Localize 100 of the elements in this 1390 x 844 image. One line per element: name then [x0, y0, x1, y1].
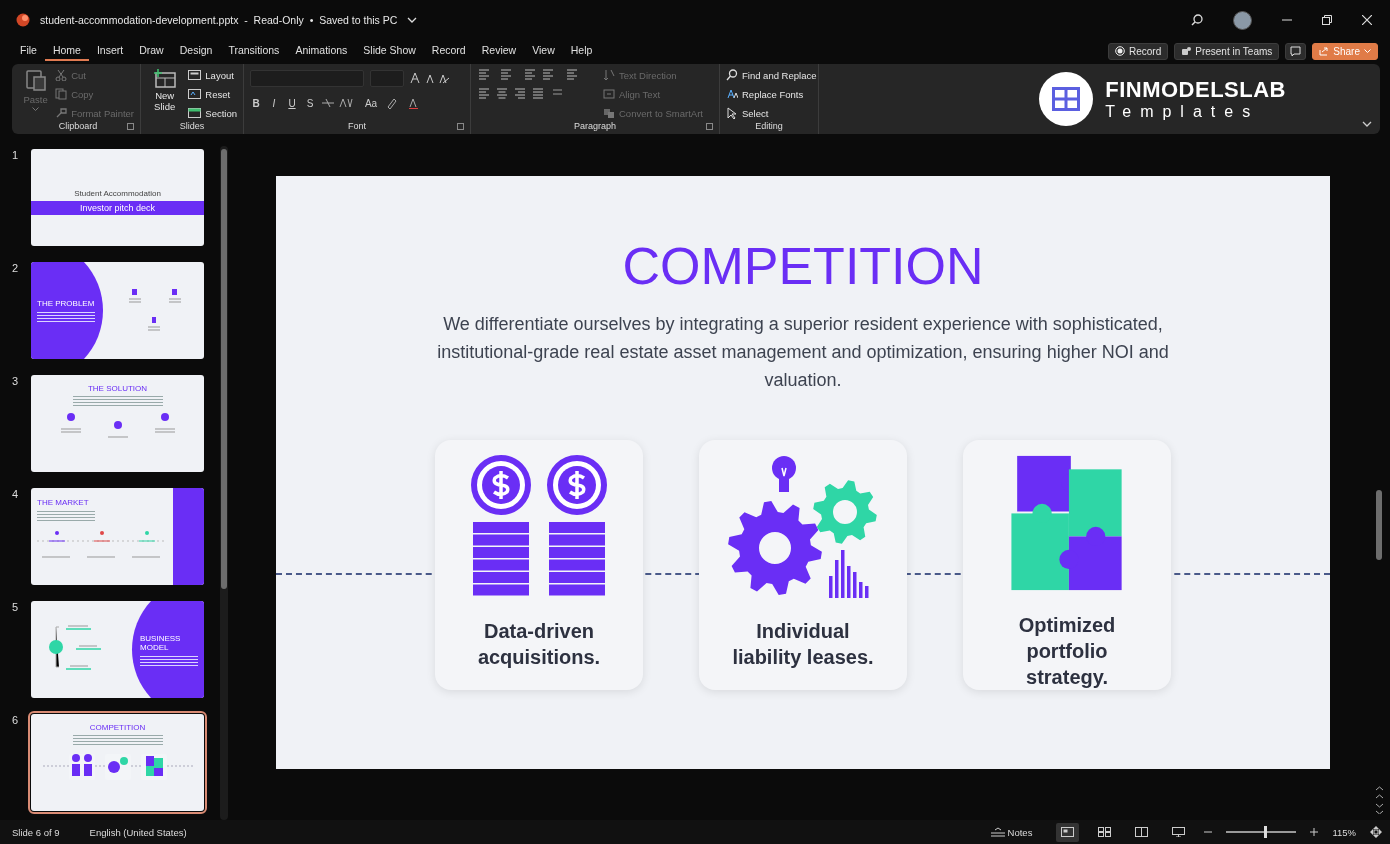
thumbnail-title: BUSINESS MODEL [140, 633, 182, 652]
caret-icon [1364, 48, 1371, 54]
slide-number: 2 [11, 262, 20, 276]
menu-tab[interactable]: View [524, 41, 563, 61]
slide-text: We differentiate ourselves by integrating a superior resident experience with sophisticated, institutional-grade real estate asset management and optimization, ensuring higher NOI and valuation. [436, 313, 1170, 392]
strikethrough-spacing-icon[interactable] [322, 97, 356, 109]
font-size-tools-icon[interactable] [410, 72, 450, 84]
logo-name: FINMODELSLAB [1105, 77, 1286, 103]
slide-number: 6 [11, 714, 20, 728]
slide-thumbnail[interactable]: COMPETITION [31, 714, 204, 811]
slide-thumbnail[interactable]: Student Accommodation Investor pitch deck [31, 149, 204, 246]
thumbnail-title: COMPETITION [89, 723, 146, 732]
scissors-icon [55, 69, 68, 81]
replace-fonts-icon [726, 88, 738, 100]
restore-icon[interactable] [1322, 15, 1332, 25]
menu-tab[interactable]: Transitions [220, 41, 288, 61]
teams-icon [1181, 46, 1192, 56]
record-icon [1115, 46, 1125, 56]
text-direction-icon [603, 69, 615, 81]
dialog-launcher-icon[interactable] [706, 123, 713, 130]
menu-tab[interactable]: Review [473, 41, 525, 61]
search-icon [726, 69, 738, 81]
align-text-icon [603, 88, 615, 100]
paste-icon [24, 68, 47, 92]
logo-tagline: Templates [1105, 103, 1261, 121]
search-icon[interactable] [1191, 14, 1203, 26]
cursor-icon [726, 107, 738, 119]
fit-to-window-icon[interactable] [1370, 826, 1382, 838]
slide-number: 1 [11, 149, 20, 163]
chevron-down-icon[interactable] [407, 15, 418, 25]
slide-counter: Slide 6 of 9 [12, 826, 60, 838]
copy-icon [55, 88, 68, 100]
font-style-button[interactable]: Aa [362, 97, 380, 109]
new-slide-icon [152, 68, 177, 88]
group-label: Slides [179, 121, 205, 131]
dialog-launcher-icon[interactable] [457, 123, 464, 130]
group-label: Editing [755, 121, 783, 131]
section-button[interactable]: Section [188, 106, 237, 120]
menu-tab[interactable]: Slide Show [355, 41, 424, 61]
slideshow-view-icon [1172, 826, 1186, 837]
menu-tab[interactable]: Animations [287, 41, 356, 61]
menu-tab[interactable]: File [12, 41, 45, 61]
language-status[interactable]: English (United States) [89, 826, 187, 838]
slide-thumbnail[interactable]: THE MARKET [31, 488, 204, 585]
layout-button[interactable]: Layout [188, 68, 237, 82]
zoom-slider-thumb[interactable] [1263, 826, 1267, 838]
notes-icon [990, 827, 1005, 837]
page-arrows-icon[interactable] [1374, 786, 1384, 814]
slide-thumbnail[interactable]: THE PROBLEM [31, 262, 204, 359]
record-button[interactable]: Record [1108, 42, 1169, 60]
thumbnail-title: THE PROBLEM [37, 299, 96, 308]
normal-view-button[interactable] [1056, 822, 1080, 842]
font-style-button[interactable]: I [268, 97, 280, 109]
card-caption: strategy. [1026, 665, 1108, 690]
thumbnail-title: Student Accommodation [73, 188, 162, 198]
slide-thumbnail[interactable]: THE SOLUTION [31, 375, 204, 472]
card-caption: Data-driven [484, 619, 594, 644]
font-style-button[interactable]: B [250, 97, 262, 109]
menu-tab[interactable]: Home [44, 41, 89, 61]
scroll-thumb[interactable] [1376, 490, 1382, 560]
comments-button[interactable] [1285, 42, 1307, 60]
reset-button[interactable]: Reset [188, 87, 237, 101]
card-caption: Optimized [1018, 613, 1116, 638]
card-caption: Individual [756, 619, 850, 644]
zoom-out-icon[interactable] [1204, 828, 1213, 836]
grid-icon [1052, 87, 1081, 111]
thumbnail-title: THE SOLUTION [87, 384, 148, 393]
card-caption: portfolio [1026, 639, 1108, 664]
menu-tab[interactable]: Design [171, 41, 221, 61]
caret-icon [32, 107, 40, 112]
card-caption: acquisitions. [477, 645, 601, 670]
avatar[interactable] [1233, 10, 1252, 30]
menu-tab[interactable]: Help [562, 41, 601, 61]
select-button[interactable]: Select [726, 106, 817, 120]
normal-view-icon [1061, 826, 1075, 837]
zoom-level[interactable]: 115% [1332, 826, 1356, 838]
replace-fonts-button[interactable]: Replace Fonts [726, 87, 817, 101]
layout-icon [188, 69, 202, 81]
close-icon[interactable] [1362, 15, 1372, 25]
zoom-in-icon[interactable] [1310, 828, 1319, 836]
comment-icon [1290, 45, 1302, 57]
slide-number: 4 [11, 488, 20, 502]
menu-tab[interactable]: Draw [131, 41, 172, 61]
dialog-launcher-icon[interactable] [127, 123, 134, 130]
font-style-button[interactable]: S [304, 97, 316, 109]
font-style-button[interactable]: U [286, 97, 298, 109]
find-and-replace-button[interactable]: Find and Replace [726, 68, 817, 82]
collapse-ribbon-icon[interactable] [1362, 121, 1372, 128]
notes-button[interactable]: Notes [990, 826, 1033, 838]
scroll-thumb[interactable] [221, 149, 227, 589]
present-in-teams-button[interactable]: Present in Teams [1174, 42, 1280, 60]
menu-tab[interactable]: Insert [88, 41, 132, 61]
scrollbar[interactable] [220, 146, 228, 820]
window-title: student-accommodation-development.pptx - Read-Only • Saved to this PC [40, 14, 398, 26]
coin-stacks-icon [471, 454, 607, 598]
new-slide-button[interactable]: New Slide [147, 68, 183, 120]
group-label: Clipboard [58, 121, 98, 131]
menu-tab[interactable]: Record [423, 41, 474, 61]
share-icon [1319, 46, 1330, 56]
slide-thumbnail[interactable]: BUSINESS MODEL [31, 601, 204, 698]
